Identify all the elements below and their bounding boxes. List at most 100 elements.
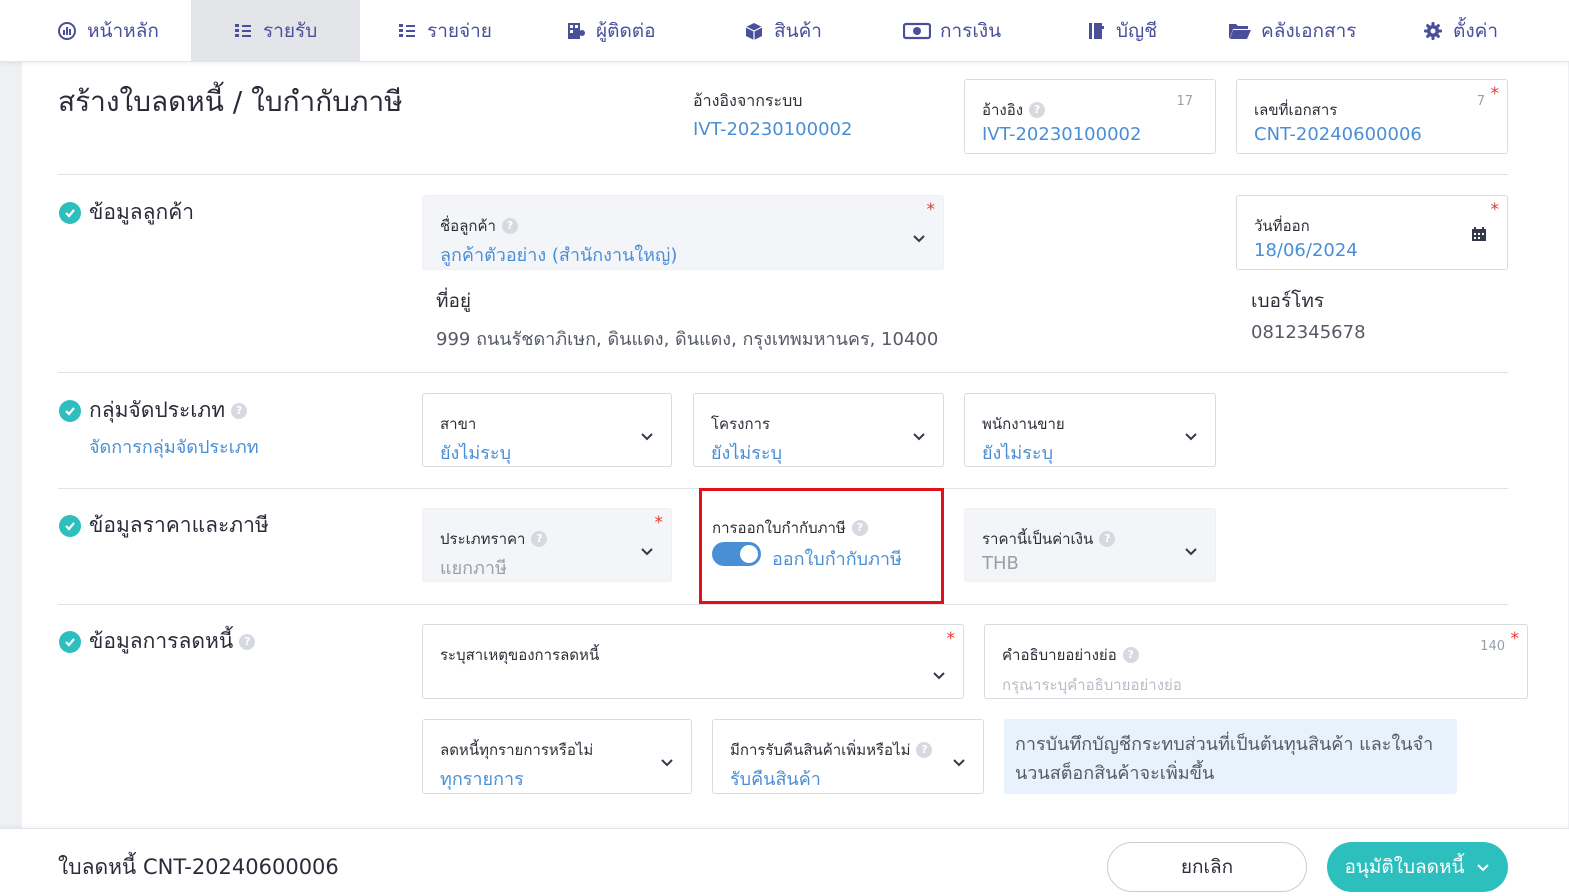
check-circle-icon xyxy=(59,630,81,653)
return-value: รับคืนสินค้า xyxy=(730,769,821,790)
branch-select[interactable]: สาขา ยังไม่ระบุ xyxy=(422,393,672,467)
doc-number-value[interactable]: CNT-20240600006 xyxy=(1254,124,1422,145)
salesperson-label: พนักงานขาย xyxy=(982,415,1065,433)
all-items-value: ทุกรายการ xyxy=(440,769,524,790)
currency-label: ราคานี้เป็นค่าเงิน? xyxy=(982,527,1116,551)
return-label: มีการรับคืนสินค้าเพิ่มหรือไม่? xyxy=(730,738,933,762)
help-icon[interactable]: ? xyxy=(1099,531,1116,547)
phone-value: 0812345678 xyxy=(1251,322,1366,343)
chevron-down-icon[interactable] xyxy=(1475,859,1491,875)
nav-item-finance[interactable]: การเงิน xyxy=(903,0,1001,62)
customer-name-select[interactable]: ชื่อลูกค้า? * ลูกค้าตัวอย่าง (สำนักงานให… xyxy=(422,195,944,270)
required-marker: * xyxy=(926,200,936,220)
char-counter: 17 xyxy=(1176,94,1193,109)
nav-label: รายรับ xyxy=(263,20,318,42)
all-items-select[interactable]: ลดหนี้ทุกรายการหรือไม่ ทุกรายการ xyxy=(422,719,692,794)
description-field[interactable]: คำอธิบายอย่างย่อ? 140 * กรุณาระบุคำอธิบา… xyxy=(984,624,1528,699)
help-icon[interactable]: ? xyxy=(231,402,248,419)
calendar-icon[interactable] xyxy=(1471,226,1487,242)
help-icon[interactable]: ? xyxy=(1029,102,1046,118)
pricing-section-title: ข้อมูลราคาและภาษี xyxy=(59,509,269,542)
customer-name-label: ชื่อลูกค้า? xyxy=(440,214,518,238)
issue-date-value: 18/06/2024 xyxy=(1254,240,1358,261)
nav-item-contacts[interactable]: ผู้ติดต่อ xyxy=(565,0,656,62)
credit-section-title: ข้อมูลการลดหนี้ ? xyxy=(59,625,256,658)
chevron-down-icon xyxy=(933,672,945,680)
box-icon xyxy=(743,20,765,42)
required-marker: * xyxy=(1510,629,1520,649)
nav-label: บัญชี xyxy=(1116,20,1158,42)
address-label: ที่อยู่ xyxy=(436,290,472,312)
issue-date-field[interactable]: วันที่ออก * 18/06/2024 xyxy=(1236,195,1508,270)
price-type-select[interactable]: ประเภทราคา? * แยกภาษี xyxy=(422,508,672,582)
footer-bar: ใบลดหนี้ CNT-20240600006 ยกเลิก อนุมัติใ… xyxy=(0,828,1569,896)
nav-item-accounting[interactable]: บัญชี xyxy=(1085,0,1157,62)
chevron-down-icon xyxy=(641,548,653,556)
check-circle-icon xyxy=(59,514,81,537)
nav-label: รายจ่าย xyxy=(427,20,492,42)
currency-value: THB xyxy=(982,553,1019,574)
nav-label: ตั้งค่า xyxy=(1453,20,1498,42)
expense-icon xyxy=(396,20,418,42)
chevron-down-icon xyxy=(1185,548,1197,556)
folder-icon xyxy=(1228,20,1252,42)
issue-date-label: วันที่ออก xyxy=(1254,217,1310,235)
ref-system-label: อ้างอิงจากระบบ xyxy=(693,91,803,110)
manage-groups-link[interactable]: จัดการกลุ่มจัดประเภท xyxy=(89,432,259,461)
chevron-down-icon xyxy=(913,433,925,441)
description-placeholder: กรุณาระบุคำอธิบายอย่างย่อ xyxy=(1002,676,1182,694)
nav-label: หน้าหลัก xyxy=(87,20,159,42)
project-label: โครงการ xyxy=(711,415,771,433)
income-icon xyxy=(232,20,254,42)
currency-select[interactable]: ราคานี้เป็นค่าเงิน? THB xyxy=(964,508,1216,582)
cancel-button[interactable]: ยกเลิก xyxy=(1107,842,1307,892)
top-navigation: หน้าหลัก รายรับ รายจ่าย ผู้ติดต่อ สินค้า… xyxy=(0,0,1569,62)
chevron-down-icon xyxy=(953,759,965,767)
ledger-icon xyxy=(1085,20,1107,42)
info-note: การบันทึกบัญชีกระทบส่วนที่เป็นต้นทุนสินค… xyxy=(1004,719,1457,794)
required-marker: * xyxy=(946,629,956,649)
grouping-section-title: กลุ่มจัดประเภท ? xyxy=(59,394,248,427)
reason-select[interactable]: ระบุสาเหตุของการลดหนี้ * xyxy=(422,624,964,699)
chevron-down-icon xyxy=(641,433,653,441)
help-icon[interactable]: ? xyxy=(1122,647,1139,663)
nav-item-products[interactable]: สินค้า xyxy=(743,0,822,62)
nav-label: ผู้ติดต่อ xyxy=(596,20,656,42)
description-label: คำอธิบายอย่างย่อ? xyxy=(1002,643,1139,667)
required-marker: * xyxy=(1490,200,1500,220)
help-icon[interactable]: ? xyxy=(531,531,548,547)
reference-field[interactable]: อ้างอิง? 17 IVT-20230100002 xyxy=(964,79,1216,154)
help-icon[interactable]: ? xyxy=(916,742,933,758)
divider xyxy=(58,372,1508,373)
help-icon[interactable]: ? xyxy=(239,633,256,650)
highlight-box xyxy=(699,488,944,604)
customer-section-title: ข้อมูลลูกค้า xyxy=(59,196,194,229)
nav-item-settings[interactable]: ตั้งค่า xyxy=(1422,0,1498,62)
customer-name-value: ลูกค้าตัวอย่าง (สำนักงานใหญ่) xyxy=(440,245,678,266)
nav-item-documents[interactable]: คลังเอกสาร xyxy=(1228,0,1357,62)
project-value: ยังไม่ระบุ xyxy=(711,443,783,464)
nav-label: การเงิน xyxy=(940,20,1002,42)
salesperson-select[interactable]: พนักงานขาย ยังไม่ระบุ xyxy=(964,393,1216,467)
branch-label: สาขา xyxy=(440,415,477,433)
required-marker: * xyxy=(1490,84,1500,104)
nav-item-income[interactable]: รายรับ xyxy=(191,0,360,62)
dashboard-icon xyxy=(56,20,78,42)
help-icon[interactable]: ? xyxy=(501,218,518,234)
nav-item-home[interactable]: หน้าหลัก xyxy=(42,0,182,62)
approve-button[interactable]: อนุมัติใบลดหนี้ xyxy=(1327,842,1508,892)
project-select[interactable]: โครงการ ยังไม่ระบุ xyxy=(693,393,944,467)
nav-label: คลังเอกสาร xyxy=(1261,20,1357,42)
char-counter: 140 xyxy=(1480,639,1505,654)
footer-doc-label: ใบลดหนี้ CNT-20240600006 xyxy=(58,855,339,879)
return-select[interactable]: มีการรับคืนสินค้าเพิ่มหรือไม่? รับคืนสิน… xyxy=(712,719,984,794)
doc-number-field[interactable]: เลขที่เอกสาร 7 * CNT-20240600006 xyxy=(1236,79,1508,154)
reference-value[interactable]: IVT-20230100002 xyxy=(982,124,1141,145)
all-items-label: ลดหนี้ทุกรายการหรือไม่ xyxy=(440,741,594,759)
reason-label: ระบุสาเหตุของการลดหนี้ xyxy=(440,646,600,664)
doc-number-label: เลขที่เอกสาร xyxy=(1254,101,1338,119)
nav-item-expense[interactable]: รายจ่าย xyxy=(396,0,492,62)
check-circle-icon xyxy=(59,201,81,224)
price-type-label: ประเภทราคา? xyxy=(440,527,548,551)
ref-system-value[interactable]: IVT-20230100002 xyxy=(693,119,852,140)
